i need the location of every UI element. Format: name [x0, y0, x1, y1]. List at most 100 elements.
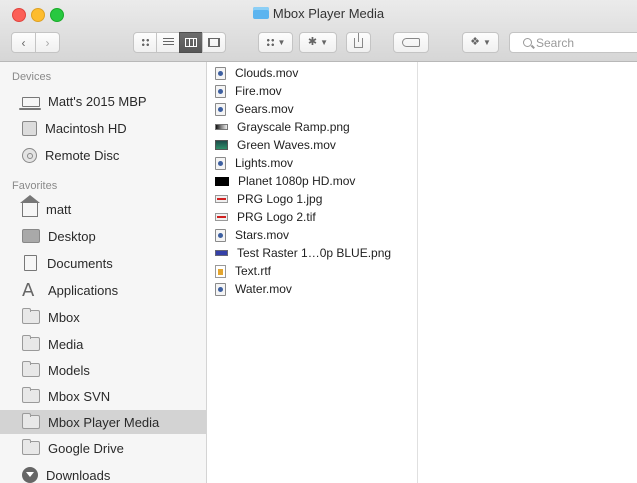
file-name: Planet 1080p HD.mov — [238, 174, 356, 188]
sidebar-item-matts-2015-mbp[interactable]: Matt's 2015 MBP — [0, 89, 206, 113]
search-placeholder: Search — [536, 35, 575, 50]
column-view-button[interactable] — [179, 32, 203, 53]
empty-column[interactable] — [418, 62, 637, 483]
sidebar-item-label: Matt's 2015 MBP — [48, 93, 147, 109]
favorites-header: Favorites — [12, 180, 58, 192]
arrange-grid-icon — [265, 38, 275, 47]
sidebar-item-mbox-player-media[interactable]: Mbox Player Media — [0, 410, 206, 434]
movie-thumbnail-icon — [215, 140, 228, 150]
movie-file-icon — [215, 102, 226, 116]
sidebar-item-applications[interactable]: Applications — [0, 278, 206, 302]
sidebar-item-label: Applications — [48, 282, 119, 298]
file-item[interactable]: Grayscale Ramp.png — [215, 118, 350, 136]
finder-window: Mbox Player Media ‹ › ▼ ✱ ▼ ❖ ▼ Search D… — [0, 0, 637, 483]
file-name: Gears.mov — [235, 102, 294, 116]
folder-icon — [22, 308, 40, 324]
tags-button[interactable] — [393, 32, 429, 53]
file-column: Clouds.mov Fire.mov Gears.mov Grayscale … — [207, 62, 418, 483]
documents-icon — [24, 255, 37, 271]
file-item[interactable]: Stars.mov — [215, 226, 289, 244]
sidebar-item-label: Macintosh HD — [45, 120, 127, 136]
file-item[interactable]: PRG Logo 2.tif — [215, 208, 316, 226]
folder-icon — [22, 387, 40, 403]
action-button[interactable]: ✱ ▼ — [299, 32, 337, 53]
list-view-button[interactable] — [156, 32, 180, 53]
file-item[interactable]: Lights.mov — [215, 154, 293, 172]
cover-flow-icon — [208, 38, 220, 47]
search-field[interactable]: Search — [509, 32, 637, 53]
file-item[interactable]: Gears.mov — [215, 100, 294, 118]
downloads-icon — [22, 467, 38, 483]
movie-file-icon — [215, 156, 226, 170]
sidebar-item-label: Mbox SVN — [48, 388, 111, 404]
movie-file-icon — [215, 228, 226, 242]
toolbar: Mbox Player Media ‹ › ▼ ✱ ▼ ❖ ▼ Search — [0, 0, 637, 62]
view-mode-group — [133, 32, 226, 53]
sidebar-item-downloads[interactable]: Downloads — [0, 463, 206, 483]
file-item[interactable]: Text.rtf — [215, 262, 271, 280]
sidebar-item-documents[interactable]: Documents — [0, 251, 206, 275]
folder-icon — [22, 335, 40, 351]
file-item[interactable]: Water.mov — [215, 280, 292, 298]
sidebar-item-mbox[interactable]: Mbox — [0, 305, 206, 329]
sidebar-item-label: Downloads — [46, 467, 111, 483]
columns-icon — [185, 38, 197, 47]
file-name: Clouds.mov — [235, 66, 299, 80]
image-thumbnail-icon — [215, 213, 228, 221]
sidebar-item-models[interactable]: Models — [0, 358, 206, 382]
file-name: Stars.mov — [235, 228, 290, 242]
file-name: Test Raster 1…0p BLUE.png — [237, 246, 392, 260]
desktop-icon — [22, 229, 40, 243]
chevron-down-icon: ▼ — [277, 38, 286, 47]
movie-file-icon — [215, 84, 226, 98]
file-name: Text.rtf — [235, 264, 272, 278]
hard-drive-icon — [22, 120, 37, 136]
laptop-icon — [19, 97, 41, 110]
sidebar-item-macintosh-hd[interactable]: Macintosh HD — [0, 116, 206, 140]
sidebar-item-label: Remote Disc — [45, 147, 120, 163]
file-item[interactable]: Fire.mov — [215, 82, 282, 100]
file-name: Green Waves.mov — [237, 138, 336, 152]
icon-view-button[interactable] — [133, 32, 157, 53]
sidebar-item-desktop[interactable]: Desktop — [0, 224, 206, 248]
applications-icon — [22, 280, 40, 301]
file-name: Grayscale Ramp.png — [237, 120, 350, 134]
folder-icon — [252, 7, 269, 19]
gear-icon: ✱ — [307, 36, 318, 48]
tag-icon — [402, 38, 420, 47]
sidebar-item-label: Desktop — [48, 228, 96, 244]
text-document-icon — [215, 264, 226, 278]
arrange-button[interactable]: ▼ — [258, 32, 293, 53]
sidebar-item-mbox-svn[interactable]: Mbox SVN — [0, 384, 206, 408]
file-item[interactable]: Green Waves.mov — [215, 136, 336, 154]
file-item[interactable]: PRG Logo 1.jpg — [215, 190, 322, 208]
folder-icon — [22, 413, 40, 429]
disc-icon — [22, 147, 37, 163]
file-item[interactable]: Clouds.mov — [215, 64, 298, 82]
file-item[interactable]: Test Raster 1…0p BLUE.png — [215, 244, 391, 262]
cover-flow-button[interactable] — [202, 32, 226, 53]
sidebar-item-matt[interactable]: matt — [0, 195, 206, 221]
sidebar-item-label: Google Drive — [48, 440, 124, 456]
file-name: Water.mov — [235, 282, 292, 296]
file-name: PRG Logo 2.tif — [237, 210, 316, 224]
file-name: PRG Logo 1.jpg — [237, 192, 323, 206]
share-button[interactable] — [346, 32, 371, 53]
grid-icon — [140, 38, 150, 47]
sidebar-item-google-drive[interactable]: Google Drive — [0, 436, 206, 460]
chevron-right-icon: › — [45, 35, 50, 50]
sidebar-item-media[interactable]: Media — [0, 332, 206, 356]
movie-thumbnail-icon — [215, 176, 229, 186]
sidebar: Devices Matt's 2015 MBP Macintosh HD Rem… — [0, 62, 207, 483]
devices-header: Devices — [12, 71, 52, 83]
sidebar-item-label: Documents — [47, 255, 113, 271]
folder-icon — [22, 439, 40, 455]
forward-button[interactable]: › — [35, 32, 60, 53]
file-name: Fire.mov — [235, 84, 282, 98]
movie-file-icon — [215, 66, 226, 80]
back-button[interactable]: ‹ — [11, 32, 36, 53]
file-item[interactable]: Planet 1080p HD.mov — [215, 172, 355, 190]
dropbox-button[interactable]: ❖ ▼ — [462, 32, 499, 53]
sidebar-item-remote-disc[interactable]: Remote Disc — [0, 143, 206, 167]
window-title-text: Mbox Player Media — [272, 6, 385, 21]
